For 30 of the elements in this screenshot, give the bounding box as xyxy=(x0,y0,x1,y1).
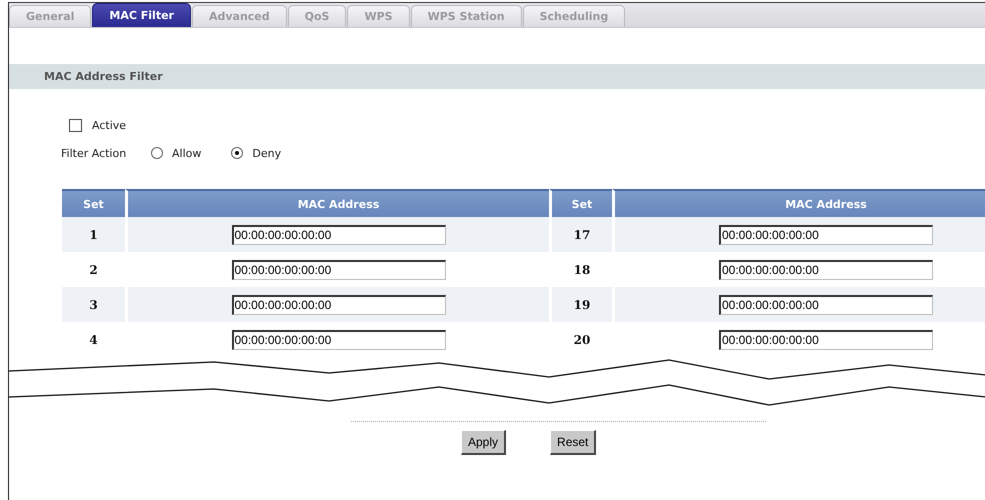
mac-address-field[interactable]: 00:00:00:00:00:00 xyxy=(719,294,933,315)
field-label: Filter Action xyxy=(61,146,128,160)
column-header: Set xyxy=(549,189,612,217)
set-cell: 3 xyxy=(62,287,125,322)
section-title: MAC Address Filter xyxy=(44,70,163,83)
set-cell-text: 4 xyxy=(88,332,99,348)
mac-address-field[interactable]: 00:00:00:00:00:00 xyxy=(719,260,933,280)
radio-button[interactable] xyxy=(151,147,163,159)
mac-address-field[interactable]: 00:00:00:00:00:00 xyxy=(232,330,446,350)
radio-button[interactable] xyxy=(231,147,244,159)
action-button[interactable]: Reset xyxy=(550,430,596,455)
column-header: Set xyxy=(62,189,125,217)
checkbox-label: Active xyxy=(92,118,126,132)
set-cell: 17 xyxy=(549,217,612,252)
column-header: MAC Address xyxy=(125,189,549,217)
column-header: MAC Address xyxy=(612,189,985,217)
tab[interactable]: MAC Filter xyxy=(92,3,191,27)
mac-address-field[interactable]: 00:00:00:00:00:00 xyxy=(232,294,446,315)
mac-address-field[interactable]: 00:00:00:00:00:00 xyxy=(719,224,933,245)
mac-address-field[interactable]: 00:00:00:00:00:00 xyxy=(719,330,933,350)
set-cell: 19 xyxy=(549,287,612,322)
action-button[interactable]: Apply xyxy=(461,430,506,455)
mac-address-field[interactable]: 00:00:00:00:00:00 xyxy=(232,224,446,245)
mac-address-field[interactable]: 00:00:00:00:00:00 xyxy=(232,260,446,280)
set-cell-text: 2 xyxy=(88,262,99,278)
set-cell: 1 xyxy=(62,217,125,252)
checkbox[interactable] xyxy=(69,118,82,132)
set-cell: 20 xyxy=(549,322,612,357)
radio-label: Allow xyxy=(172,146,202,160)
radio-label: Deny xyxy=(252,146,282,160)
